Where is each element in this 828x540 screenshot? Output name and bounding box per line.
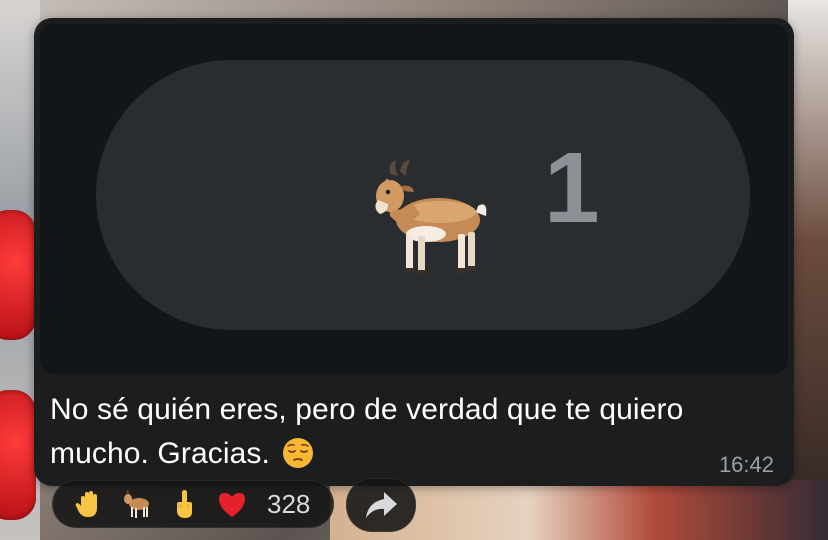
red-heart-icon[interactable] (215, 487, 249, 521)
red-lantern-decoration (0, 390, 36, 520)
share-arrow-icon (366, 492, 397, 518)
reaction-count: 328 (267, 488, 311, 519)
reactions-bar[interactable]: 328 (52, 480, 334, 528)
sticker-media[interactable]: 1 (40, 24, 788, 374)
pensive-face-icon (282, 438, 313, 468)
message-text-line: No sé quién eres, pero de verdad que te … (50, 393, 684, 426)
sticker-count: 1 (544, 132, 600, 244)
message-text-line-content: mucho. Gracias. (50, 437, 270, 470)
message-text: No sé quién eres, pero de verdad que te … (50, 388, 750, 476)
wallpaper-right (788, 0, 828, 540)
red-lantern-decoration (0, 210, 36, 340)
share-button[interactable] (346, 478, 416, 532)
reaction-sticker-pill: 1 (96, 60, 750, 330)
raised-hand-icon[interactable] (71, 487, 105, 521)
message-timestamp: 16:42 (718, 452, 774, 477)
middle-finger-icon[interactable] (167, 487, 201, 521)
message-bubble[interactable]: 1 No sé quién eres, pero de verdad que t… (34, 18, 794, 486)
goat-icon (375, 160, 487, 275)
goat-icon[interactable] (119, 487, 153, 521)
message-text-line: mucho. Gracias. (50, 432, 750, 476)
